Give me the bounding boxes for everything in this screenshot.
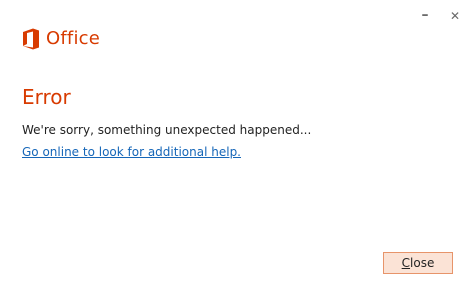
brand-name: Office	[46, 28, 101, 49]
error-heading: Error	[22, 85, 71, 109]
office-brand: Office	[22, 28, 100, 50]
office-logo-icon	[22, 28, 40, 50]
window-close-button[interactable]: ✕	[447, 7, 463, 25]
window-controls: – ✕	[417, 6, 463, 26]
minimize-button[interactable]: –	[417, 6, 433, 26]
close-button[interactable]: Close	[383, 252, 453, 274]
close-button-label: lose	[410, 256, 435, 270]
error-dialog-window: – ✕ Office Error We're sorry, something …	[0, 0, 473, 281]
close-button-mnemonic: C	[401, 256, 411, 270]
error-message: We're sorry, something unexpected happen…	[22, 123, 312, 137]
help-link[interactable]: Go online to look for additional help.	[22, 144, 241, 160]
